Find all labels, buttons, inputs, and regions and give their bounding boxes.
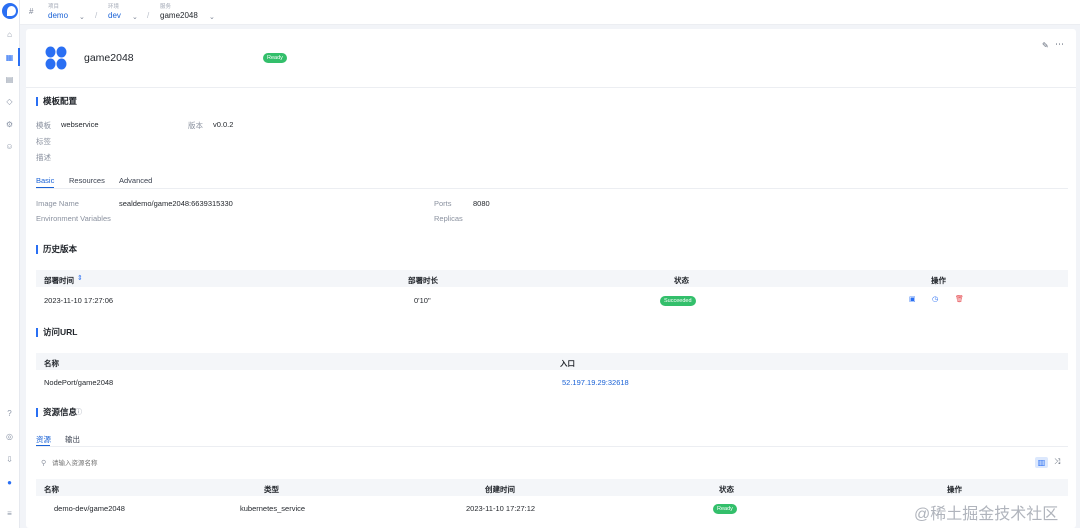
watermark: @稀土掘金技术社区 [914, 506, 1059, 523]
breadcrumb-service[interactable]: 服务 game2048 [160, 2, 198, 20]
ports-label: Ports [434, 199, 452, 208]
tags-label: 标签 [36, 137, 51, 146]
breadcrumb-separator: / [147, 11, 150, 20]
version-label: 版本 [188, 121, 203, 130]
resource-status-badge: Ready [713, 504, 737, 514]
main-content: game2048 Ready ✎ ⋯ 模板配置 模板 webservice 版本… [26, 29, 1076, 528]
table-view-icon[interactable]: ▥ [1035, 457, 1048, 468]
user-avatar-icon[interactable]: ● [4, 477, 15, 488]
dashboard-icon[interactable]: ⌂ [4, 29, 15, 40]
tab-resources-list[interactable]: 资源 [36, 434, 51, 445]
tab-resources[interactable]: Resources [69, 176, 105, 185]
delete-icon[interactable]: 🗑 [955, 295, 964, 303]
breadcrumb-separator: / [95, 11, 98, 20]
tab-advanced[interactable]: Advanced [119, 176, 152, 185]
app-logo[interactable] [2, 3, 18, 19]
url-title: 访问URL [36, 328, 77, 337]
service-name: game2048 [84, 52, 134, 64]
col-actions: 操作 [931, 276, 946, 285]
help-icon[interactable]: ? [4, 408, 15, 419]
col-entry: 入口 [560, 359, 575, 368]
url-name: NodePort/game2048 [44, 378, 114, 387]
image-name-value: sealdemo/game2048:6639315330 [119, 199, 233, 208]
users-icon[interactable]: ☺ [4, 141, 15, 152]
col-status: 状态 [674, 276, 689, 285]
resources-title: 资源信息 [36, 408, 77, 417]
col-duration: 部署时长 [408, 276, 438, 285]
apps-grid-icon[interactable]: ▦ [4, 52, 15, 63]
col-actions: 操作 [947, 485, 962, 494]
top-bar: # 项目 demo ⌄ / 环境 dev ⌄ / 服务 game2048 ⌄ [20, 0, 1080, 25]
template-config-title: 模板配置 [36, 97, 77, 106]
history-title: 历史版本 [36, 245, 77, 254]
history-table-header: 部署时间 ⇕ 部署时长 状态 操作 [36, 270, 1068, 287]
url-table-header: 名称 入口 [36, 353, 1068, 370]
history-duration: 0'10" [414, 296, 431, 305]
globe-icon[interactable]: ◎ [4, 431, 15, 442]
tabs-divider [36, 188, 1068, 189]
tabs-divider [36, 446, 1068, 447]
col-created: 创建时间 [485, 485, 515, 494]
tab-basic[interactable]: Basic [36, 176, 54, 185]
breadcrumb-environment[interactable]: 环境 dev [108, 2, 121, 20]
description-label: 描述 [36, 153, 51, 162]
service-status-badge: Ready [263, 53, 287, 63]
gear-icon[interactable]: ⚙ [4, 119, 15, 130]
chevron-down-icon[interactable]: ⌄ [132, 13, 138, 21]
chevron-down-icon[interactable]: ⌄ [79, 13, 85, 21]
sort-icon[interactable]: ⇕ [77, 274, 83, 282]
version-value: v0.0.2 [213, 120, 234, 129]
url-entry-link[interactable]: 52.197.19.29:32618 [562, 378, 629, 387]
col-type: 类型 [264, 485, 279, 494]
resource-created: 2023-11-10 17:27:12 [466, 504, 536, 513]
chart-icon[interactable]: ▤ [4, 74, 15, 85]
template-value: webservice [61, 120, 99, 129]
view-log-icon[interactable]: ▣ [909, 295, 916, 303]
cube-icon[interactable]: ◇ [4, 96, 15, 107]
col-name: 名称 [44, 359, 59, 368]
resource-table-header: 名称 类型 创建时间 状态 操作 [36, 479, 1068, 496]
service-logo-icon [45, 46, 67, 70]
rollback-icon[interactable]: ◷ [932, 295, 938, 303]
ports-value: 8080 [473, 199, 490, 208]
more-icon[interactable]: ⋯ [1055, 39, 1064, 50]
history-status-badge: Succeeded [660, 296, 696, 306]
resource-name: demo-dev/game2048 [54, 504, 125, 513]
hash-icon: # [29, 7, 34, 16]
sidebar-active-indicator [18, 48, 20, 66]
topology-view-icon[interactable]: ⤨ [1054, 457, 1060, 467]
image-name-label: Image Name [36, 199, 79, 208]
col-name: 名称 [44, 485, 59, 494]
search-icon: ⚲ [41, 460, 47, 467]
history-time: 2023-11-10 17:27:06 [44, 296, 114, 305]
resource-search-input[interactable] [52, 457, 252, 469]
chevron-down-icon[interactable]: ⌄ [209, 13, 215, 21]
resource-type: kubernetes_service [240, 504, 306, 513]
edit-icon[interactable]: ✎ [1042, 41, 1049, 50]
menu-collapse-icon[interactable]: ≡ [4, 508, 15, 519]
col-status: 状态 [719, 485, 734, 494]
env-vars-label: Environment Variables [36, 214, 111, 223]
divider [26, 87, 1076, 88]
breadcrumb-project[interactable]: 项目 demo [48, 2, 68, 20]
sidebar: ⌂ ▦ ▤ ◇ ⚙ ☺ ? ◎ ⇩ ● ≡ [0, 0, 20, 528]
col-deploy-time[interactable]: 部署时间 [44, 275, 74, 286]
info-icon[interactable]: ⓘ [75, 407, 82, 417]
tab-outputs[interactable]: 输出 [65, 434, 80, 445]
template-label: 模板 [36, 121, 51, 130]
download-icon[interactable]: ⇩ [4, 454, 15, 465]
replicas-label: Replicas [434, 214, 463, 223]
